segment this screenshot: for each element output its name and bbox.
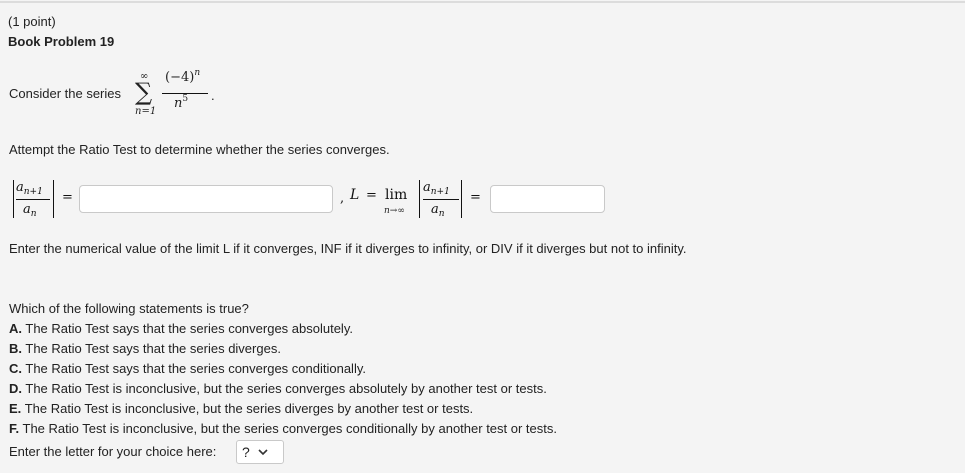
equals-sign-2: = <box>470 190 481 205</box>
ratio-fraction-bar <box>16 199 50 200</box>
choice-f: F. The Ratio Test is inconclusive, but t… <box>9 421 557 436</box>
abs-bar-left <box>13 180 14 218</box>
choice-select-value: ? <box>242 444 250 460</box>
ratio-denominator-2: an <box>431 202 445 219</box>
choice-a: A. The Ratio Test says that the series c… <box>9 321 353 336</box>
limit-answer-input[interactable] <box>490 185 605 213</box>
ratio-fraction-bar-2 <box>423 199 459 200</box>
abs-bar-right-2 <box>461 180 462 218</box>
sum-lower-limit: n=1 <box>135 106 157 117</box>
lim-text: lim <box>385 187 408 203</box>
choice-d: D. The Ratio Test is inconclusive, but t… <box>9 381 547 396</box>
equals-sign-1: = <box>62 190 73 205</box>
series-numerator: (−4)n <box>165 68 201 85</box>
L-label: L <box>350 187 360 203</box>
ratio-numerator-2: an+1 <box>423 180 450 197</box>
choice-prompt: Enter the letter for your choice here: <box>9 444 217 459</box>
top-divider <box>0 1 965 3</box>
series-period: . <box>211 88 215 103</box>
chevron-down-icon <box>258 449 268 456</box>
comma-separator: , <box>340 191 345 206</box>
ratio-numerator: an+1 <box>16 180 43 197</box>
points-label: (1 point) <box>8 14 56 29</box>
abs-bar-left-2 <box>419 180 420 218</box>
question-text: Which of the following statements is tru… <box>9 301 249 316</box>
ratio-denominator: an <box>23 202 37 219</box>
abs-bar-right <box>53 180 54 218</box>
equals-sign-L: = <box>366 188 377 203</box>
choice-e: E. The Ratio Test is inconclusive, but t… <box>9 401 474 416</box>
choice-select[interactable]: ? <box>236 440 284 464</box>
limit-instructions: Enter the numerical value of the limit L… <box>9 241 687 256</box>
consider-text: Consider the series <box>9 86 121 101</box>
choice-c: C. The Ratio Test says that the series c… <box>9 361 366 376</box>
choice-b: B. The Ratio Test says that the series d… <box>9 341 281 356</box>
sigma-symbol: ∑ <box>135 78 153 106</box>
series-denominator: n5 <box>174 94 189 111</box>
ratio-answer-input[interactable] <box>79 185 333 213</box>
lim-subscript: n→∞ <box>384 206 405 216</box>
problem-title: Book Problem 19 <box>8 34 115 49</box>
ratio-test-instruction: Attempt the Ratio Test to determine whet… <box>9 142 390 157</box>
